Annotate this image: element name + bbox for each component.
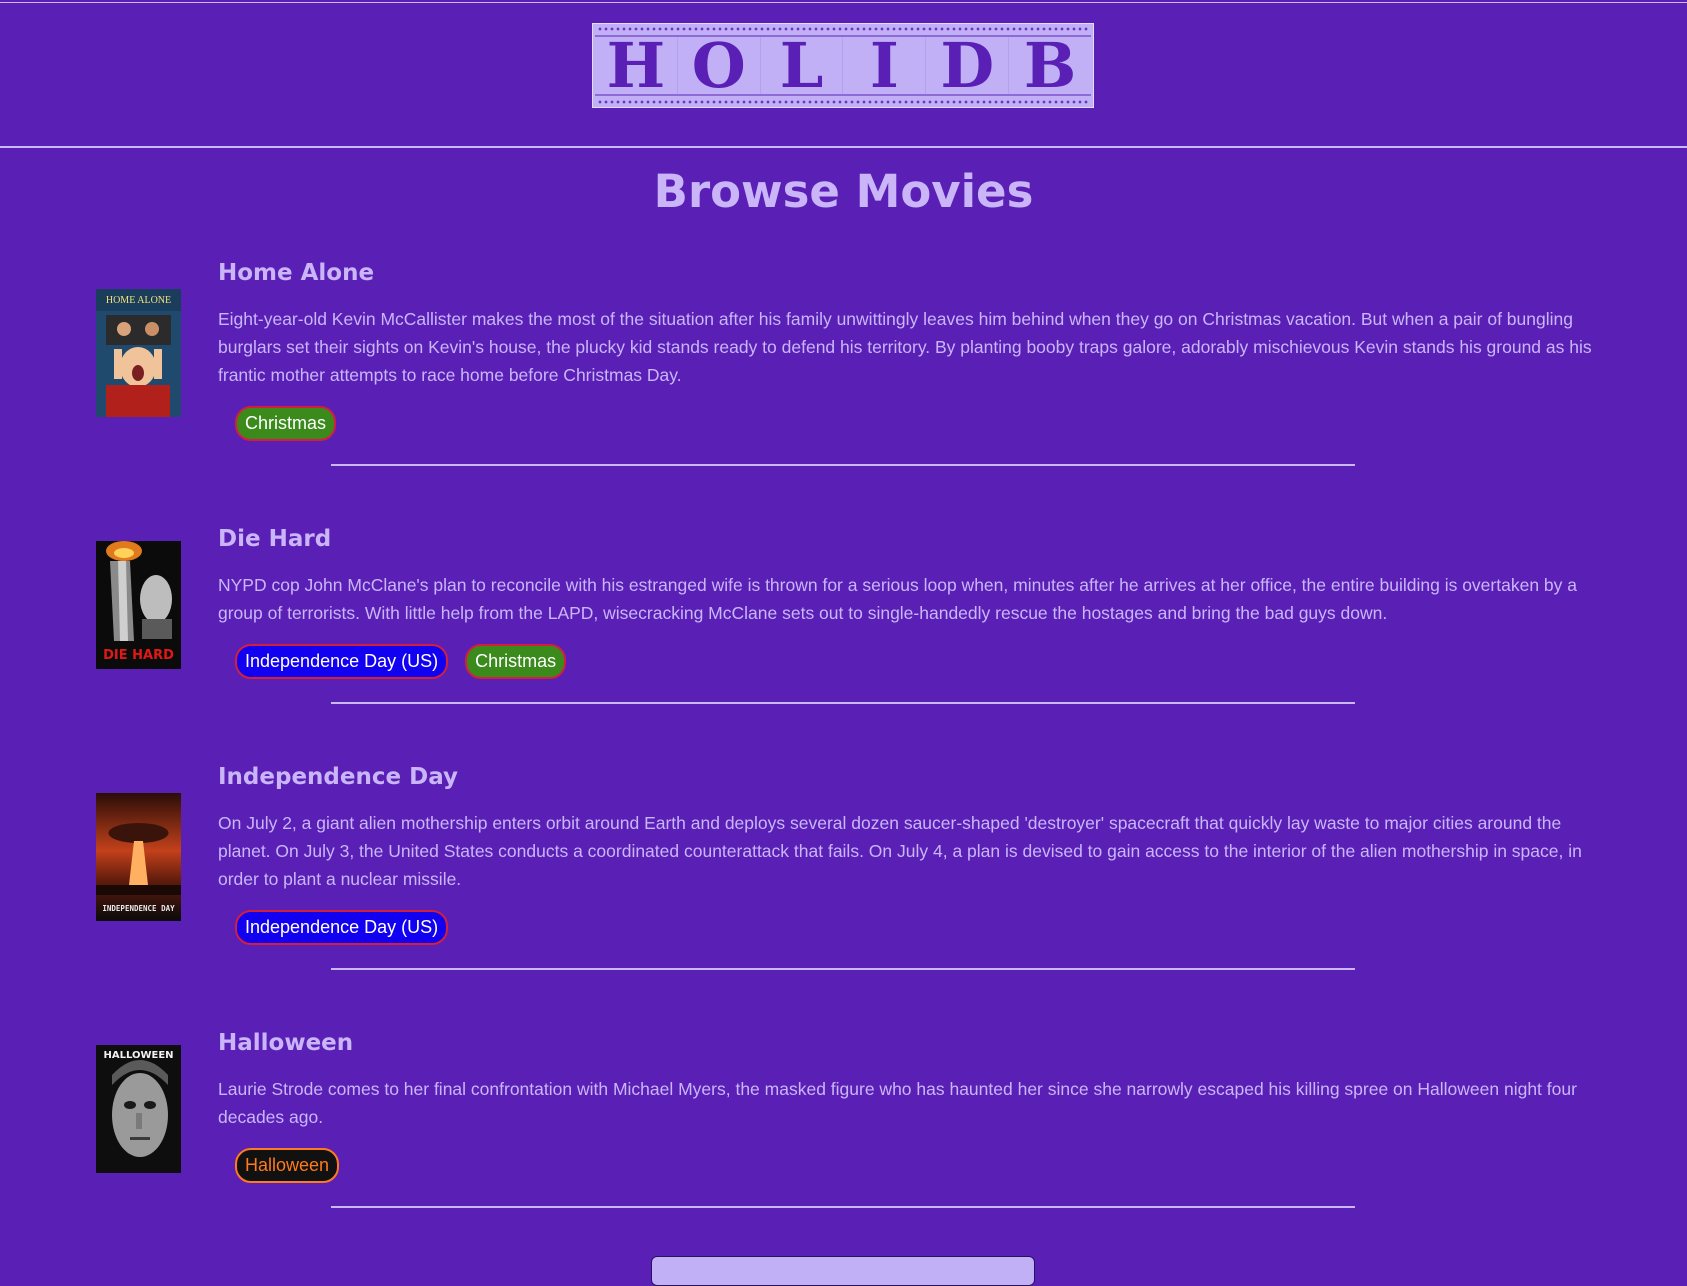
bottom-button[interactable] (651, 1256, 1035, 1286)
movie-poster-halloween[interactable]: HALLOWEEN (96, 1045, 181, 1173)
divider (331, 702, 1355, 704)
page-title: Browse Movies (653, 165, 1034, 218)
holidb-logo[interactable]: H O L I D B (592, 23, 1094, 108)
movie-description: Eight-year-old Kevin McCallister makes t… (218, 309, 1592, 385)
logo-letter: L (761, 34, 844, 96)
divider (331, 968, 1355, 970)
film-perforation-top (597, 27, 1089, 31)
poster-title-text: DIE HARD (103, 648, 174, 663)
site-header: H O L I D B (0, 0, 1687, 148)
poster-image: HALLOWEEN (96, 1045, 181, 1173)
movie-poster-independence-day[interactable]: INDEPENDENCE DAY (96, 793, 181, 921)
movie-poster-home-alone[interactable]: HOME ALONE (96, 289, 181, 417)
poster-image: INDEPENDENCE DAY (96, 793, 181, 921)
logo-letter: B (1023, 28, 1077, 102)
tag-independence-day[interactable]: Independence Day (US) (235, 910, 449, 945)
movie-tags: Halloween (235, 1148, 340, 1183)
poster-image: HOME ALONE (96, 289, 181, 417)
poster-image: DIE HARD (96, 541, 181, 669)
poster-title-text: HOME ALONE (106, 295, 171, 306)
poster-title-text: HALLOWEEN (103, 1050, 173, 1061)
logo-letter: I (843, 34, 927, 96)
tag-independence-day[interactable]: Independence Day (US) (235, 644, 449, 679)
movie-title[interactable]: Die Hard (218, 526, 331, 552)
movie-tags: Christmas (235, 406, 337, 441)
movie-title[interactable]: Home Alone (218, 260, 374, 286)
logo-letter: O (678, 34, 761, 96)
movie-description: Laurie Strode comes to her final confron… (218, 1079, 1577, 1127)
film-perforation-bottom (597, 100, 1089, 104)
movie-description: NYPD cop John McClane's plan to reconcil… (218, 575, 1577, 623)
tag-christmas[interactable]: Christmas (465, 644, 567, 679)
movie-description: On July 2, a giant alien mothership ente… (218, 813, 1582, 889)
divider (331, 464, 1355, 466)
tag-halloween[interactable]: Halloween (235, 1148, 340, 1183)
divider (331, 1206, 1355, 1208)
movie-tags: Independence Day (US) (235, 910, 449, 945)
logo-letter: H (595, 34, 678, 96)
tag-christmas[interactable]: Christmas (235, 406, 337, 441)
logo-letter: D (926, 34, 1010, 96)
movie-poster-die-hard[interactable]: DIE HARD (96, 541, 181, 669)
movie-title[interactable]: Independence Day (218, 764, 458, 790)
movie-title[interactable]: Halloween (218, 1030, 353, 1056)
movie-tags: Independence Day (US) Christmas (235, 644, 567, 679)
film-band-bottom (595, 94, 1091, 96)
logo-letters: H O L I D B (595, 28, 1091, 102)
poster-title-text: INDEPENDENCE DAY (102, 904, 175, 913)
